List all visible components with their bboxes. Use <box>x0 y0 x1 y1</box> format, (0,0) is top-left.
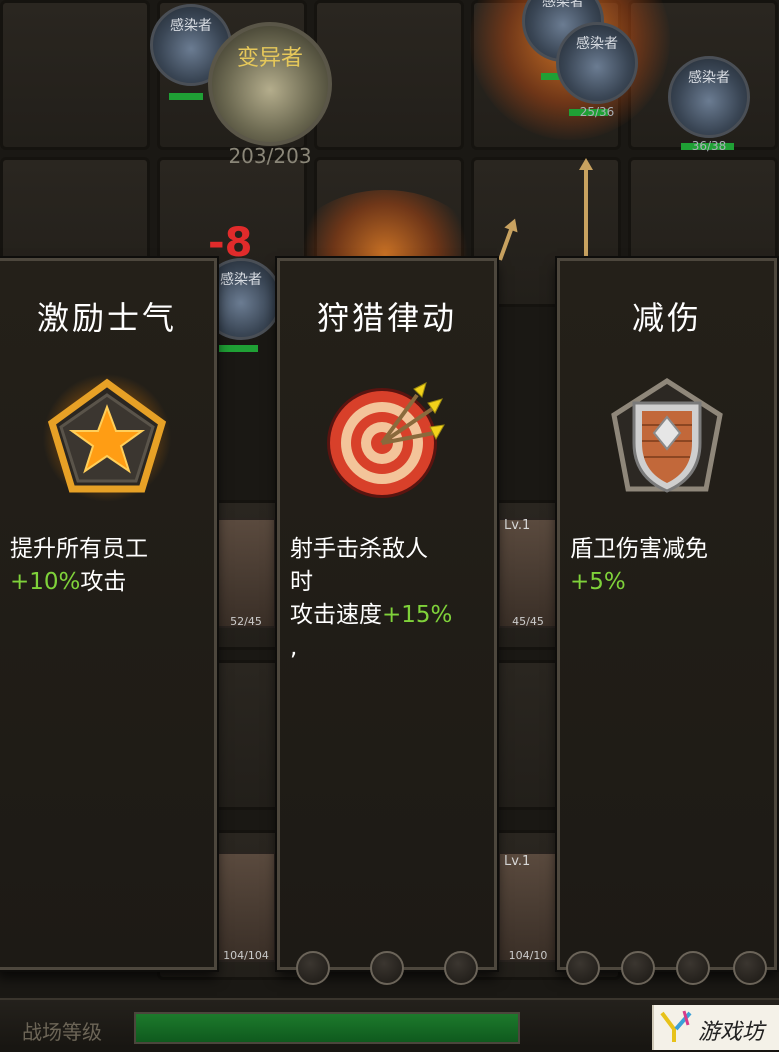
desc-bonus-line: +10%攻击 <box>10 566 206 599</box>
enemy-infected[interactable]: 感染者 36/38 <box>668 56 750 153</box>
desc-line: 提升所有员工 <box>10 536 148 562</box>
unit-portrait[interactable]: 52/45 <box>216 518 276 628</box>
board-tile <box>314 0 464 150</box>
unit-hp-text: 45/45 <box>512 615 544 628</box>
progress-fill <box>136 1014 518 1042</box>
bonus-value: +10% <box>10 569 81 595</box>
board-tile <box>0 0 150 150</box>
arrow-projectile-icon <box>579 158 593 256</box>
battlefield-level-progress <box>134 1012 520 1044</box>
enemy-mutant[interactable]: 变异者 203/203 <box>208 22 332 168</box>
unit-portrait[interactable]: Lv.1 45/45 <box>498 518 558 628</box>
card-title: 狩猎律动 <box>316 299 457 337</box>
enemy-hp-bar <box>169 93 203 100</box>
battlefield-level-label: 战场等级 <box>22 1020 102 1044</box>
desc-line: 射手击杀敌人 <box>290 536 428 562</box>
slot-indicator <box>444 951 478 985</box>
target-arrows-icon <box>327 382 445 498</box>
enemy-name: 变异者 <box>236 46 303 71</box>
desc-line: 时 <box>290 569 313 595</box>
enemy-hp-bar <box>213 345 258 352</box>
enemy-hp-text: 203/203 <box>228 144 312 168</box>
shield-icon <box>611 378 723 493</box>
star-badge-icon <box>43 374 171 502</box>
card-description: 射手击杀敌人 时 攻击速度+15% , <box>290 533 486 665</box>
enemy-name: 感染者 <box>170 18 212 34</box>
watermark-text: 游戏坊 <box>698 1020 765 1045</box>
desc-trailing: , <box>290 635 298 661</box>
skill-card-damage-reduction[interactable]: 减伤 盾卫伤害减免 +5% <box>557 258 777 970</box>
slot-indicator <box>370 951 404 985</box>
desc-line: 盾卫伤害减免 <box>570 536 708 562</box>
card-title: 减伤 <box>631 299 702 337</box>
watermark-logo: 游戏坊 <box>652 1005 779 1050</box>
enemy-infected[interactable]: 感染者 25/36 <box>556 22 638 119</box>
unit-level: Lv.1 <box>504 518 531 533</box>
card-description: 盾卫伤害减免 +5% <box>570 533 766 599</box>
bonus-value: +15% <box>382 602 453 628</box>
desc-bonus-line: 攻击速度+15% <box>290 599 486 632</box>
slot-indicator <box>296 951 330 985</box>
bonus-prefix: 攻击速度 <box>290 602 382 628</box>
slot-indicator <box>566 951 600 985</box>
card-description: 提升所有员工 +10%攻击 <box>10 533 206 599</box>
unit-portrait[interactable]: Lv.1 104/10 <box>498 852 558 962</box>
slot-indicator <box>676 951 710 985</box>
unit-hp-text: 104/104 <box>223 949 269 962</box>
bonus-suffix: 攻击 <box>80 569 127 595</box>
enemy-name: 感染者 <box>542 0 584 10</box>
enemy-name: 感染者 <box>576 36 618 52</box>
enemy-name: 感染者 <box>688 70 730 86</box>
unit-level: Lv.1 <box>504 854 531 869</box>
slot-indicator <box>733 951 767 985</box>
unit-portrait[interactable]: 104/104 <box>216 852 276 962</box>
enemy-hp-text: 25/36 <box>579 105 615 119</box>
skill-card-hunting-rhythm[interactable]: 狩猎律动 射手击杀敌人 时 攻击速度+15% , <box>277 258 497 970</box>
skill-card-boost-morale[interactable]: 激励士气 提升所有员工 +10%攻击 <box>0 258 217 970</box>
y-logo-icon <box>660 1010 692 1042</box>
enemy-hp-text: 36/38 <box>691 139 727 153</box>
card-title: 激励士气 <box>36 299 177 337</box>
slot-indicator <box>621 951 655 985</box>
unit-hp-text: 52/45 <box>230 615 262 628</box>
bonus-value: +5% <box>570 569 626 595</box>
unit-hp-text: 104/10 <box>508 949 548 962</box>
